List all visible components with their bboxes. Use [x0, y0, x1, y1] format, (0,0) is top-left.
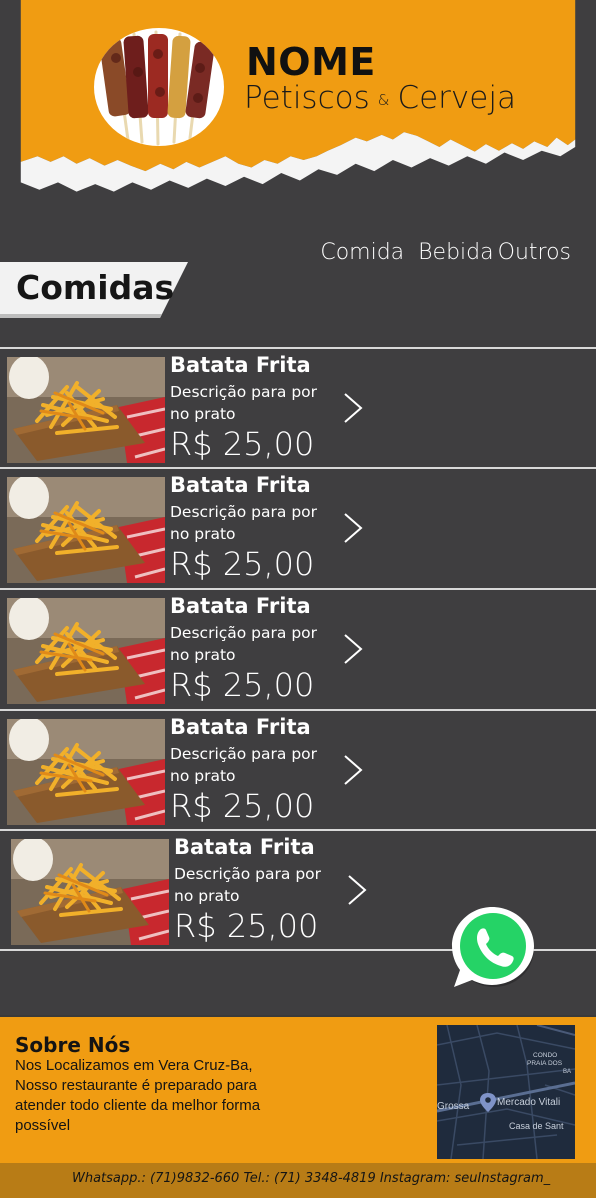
section-title: Comidas: [16, 268, 175, 307]
chevron-right-icon[interactable]: [342, 753, 364, 787]
about-title: Sobre Nós: [15, 1033, 131, 1057]
map-label: Casa de Sant: [509, 1121, 564, 1131]
item-name: Batata Frita: [174, 835, 315, 859]
fries-image: [7, 477, 165, 583]
menu-item[interactable]: Batata Frita Descrição para por no prato…: [0, 709, 596, 829]
map-label: Mercado Vitali: [497, 1097, 560, 1108]
item-name: Batata Frita: [170, 353, 311, 377]
item-price: R$ 25,00: [174, 907, 319, 945]
item-price: R$ 25,00: [170, 425, 315, 463]
chevron-right-icon[interactable]: [342, 632, 364, 666]
item-price: R$ 25,00: [170, 666, 315, 704]
fries-image: [7, 598, 165, 704]
item-price: R$ 25,00: [170, 545, 315, 583]
location-map[interactable]: CONDO PRAIA DOS BA Grossa Mercado Vitali…: [437, 1025, 575, 1159]
item-price: R$ 25,00: [170, 787, 315, 825]
about-section: Sobre Nós Nos Localizamos em Vera Cruz-B…: [0, 1015, 596, 1165]
item-description: Descrição para por no prato: [170, 745, 318, 785]
item-description: Descrição para por no prato: [174, 865, 322, 905]
map-label: Grossa: [437, 1101, 470, 1112]
nav-item-outros[interactable]: Outros: [498, 240, 571, 265]
fries-image: [7, 357, 165, 463]
brand-name: NOME: [246, 40, 376, 84]
footer-bar: Whatsapp.: (71)9832-660 Tel.: (71) 3348-…: [0, 1163, 596, 1198]
footer-contacts: Whatsapp.: (71)9832-660 Tel.: (71) 3348-…: [72, 1171, 551, 1186]
item-name: Batata Frita: [170, 715, 311, 739]
map-label: CONDO: [533, 1052, 557, 1059]
about-text: Nos Localizamos em Vera Cruz-Ba, Nosso r…: [15, 1057, 261, 1134]
item-name: Batata Frita: [170, 473, 311, 497]
brand-sub-right: Cerveja: [397, 80, 516, 116]
item-description: Descrição para por no prato: [170, 383, 318, 423]
map-label: PRAIA DOS: [527, 1060, 563, 1067]
brand-sub-left: Petiscos: [244, 80, 370, 116]
item-description: Descrição para por no prato: [170, 503, 318, 543]
chevron-right-icon[interactable]: [342, 391, 364, 425]
menu-item[interactable]: Batata Frita Descrição para por no prato…: [0, 347, 596, 467]
fries-image: [11, 839, 169, 945]
brand-subtitle: Petiscos & Cerveja: [244, 80, 516, 116]
nav-item-bebida[interactable]: Bebida: [418, 240, 493, 265]
header: NOME Petiscos & Cerveja: [0, 0, 596, 215]
menu-item[interactable]: Batata Frita Descrição para por no prato…: [0, 467, 596, 587]
chevron-right-icon[interactable]: [342, 511, 364, 545]
item-description: Descrição para por no prato: [170, 624, 318, 664]
fries-image: [7, 719, 165, 825]
top-nav: Comida Bebida Outros: [320, 240, 571, 265]
chevron-right-icon[interactable]: [346, 873, 368, 907]
brand-ampersand: &: [377, 90, 390, 109]
menu-item[interactable]: Batata Frita Descrição para por no prato…: [0, 588, 596, 708]
whatsapp-icon[interactable]: [448, 903, 540, 989]
logo-skewers-image: [94, 28, 224, 146]
item-name: Batata Frita: [170, 594, 311, 618]
nav-item-comida[interactable]: Comida: [320, 240, 404, 265]
map-label: BA: [563, 1069, 571, 1075]
